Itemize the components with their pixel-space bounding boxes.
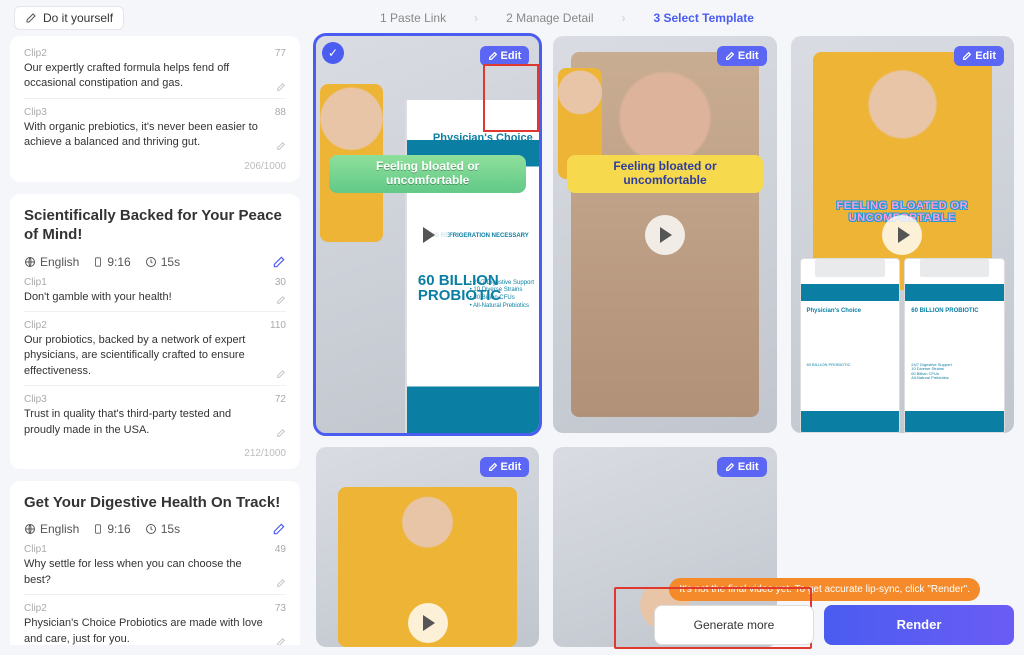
thirty-badge: 30 <box>515 402 528 416</box>
clip-text: Trust in quality that's third-party test… <box>24 407 268 438</box>
script-card: Clip2 77 Our expertly crafted formula hel… <box>10 36 300 182</box>
duration-meta: 15s <box>145 255 180 269</box>
clip-text: Why settle for less when you can choose … <box>24 557 268 588</box>
clip-text: Physician's Choice Probiotics are made w… <box>24 616 268 645</box>
edit-icon <box>488 51 498 61</box>
phone-icon <box>93 255 103 269</box>
play-icon[interactable] <box>882 215 922 255</box>
clip-row[interactable]: Clip1 49 Why settle for less when you can… <box>24 544 286 595</box>
render-button[interactable]: Render <box>824 605 1014 645</box>
clip-text: Our probiotics, backed by a network of e… <box>24 333 268 379</box>
check-icon: ✓ <box>322 42 344 64</box>
generate-more-button[interactable]: Generate more <box>654 605 814 645</box>
aspect-meta: 9:16 <box>93 522 130 536</box>
pencil-icon[interactable] <box>276 637 286 645</box>
char-counter: 212/1000 <box>24 448 286 459</box>
template-gallery: ✓ Edit Physician's Choice NO REFRIGERATI… <box>316 36 1014 645</box>
template-card-1[interactable]: ✓ Edit Physician's Choice NO REFRIGERATI… <box>316 36 539 433</box>
video-caption: Feeling bloated or uncomfortable <box>329 155 526 193</box>
pencil-icon[interactable] <box>276 295 286 305</box>
clip-row[interactable]: Clip2 77 Our expertly crafted formula hel… <box>24 48 286 99</box>
clip-count: 110 <box>270 320 286 331</box>
template-card-3[interactable]: Edit FEELING BLOATED OR UNCOMFORTABLE Ph… <box>791 36 1014 433</box>
aspect-meta: 9:16 <box>93 255 130 269</box>
pencil-icon[interactable] <box>276 369 286 379</box>
step-nav: 1 Paste Link › 2 Manage Detail › 3 Selec… <box>124 11 1010 25</box>
clip-label: Clip2 <box>24 320 47 331</box>
clip-label: Clip2 <box>24 48 47 59</box>
edit-meta-icon[interactable] <box>272 255 286 269</box>
duration-meta: 15s <box>145 522 180 536</box>
clip-label: Clip3 <box>24 394 47 405</box>
edit-template-button[interactable]: Edit <box>954 46 1004 66</box>
chevron-right-icon: › <box>474 11 478 25</box>
edit-icon <box>725 462 735 472</box>
clip-label: Clip3 <box>24 107 47 118</box>
edit-meta-icon[interactable] <box>272 522 286 536</box>
clip-count: 88 <box>275 107 286 118</box>
play-icon[interactable] <box>408 215 448 255</box>
pencil-icon[interactable] <box>276 578 286 588</box>
pencil-icon[interactable] <box>276 428 286 438</box>
clip-count: 72 <box>275 394 286 405</box>
edit-icon <box>25 12 37 24</box>
do-it-yourself-button[interactable]: Do it yourself <box>14 6 124 30</box>
clip-count: 30 <box>275 277 286 288</box>
edit-icon <box>725 51 735 61</box>
product-box: Physician's Choice NO REFRIGERATION NECE… <box>405 100 539 434</box>
clip-label: Clip2 <box>24 603 47 614</box>
diy-label: Do it yourself <box>43 11 113 25</box>
edit-icon <box>488 462 498 472</box>
clip-row[interactable]: Clip1 30 Don't gamble with your health! <box>24 277 286 312</box>
script-panel: Clip2 77 Our expertly crafted formula hel… <box>10 36 300 645</box>
clock-icon <box>145 256 157 268</box>
card-title: Scientifically Backed for Your Peace of … <box>24 206 286 245</box>
product-bottles: Physician's Choice60 BILLION PROBIOTIC 6… <box>800 258 1005 433</box>
clip-count: 77 <box>275 48 286 59</box>
phone-icon <box>93 522 103 536</box>
template-card-2[interactable]: Edit Feeling bloated or uncomfortable <box>553 36 776 433</box>
step-3[interactable]: 3 Select Template <box>653 11 754 25</box>
globe-icon <box>24 256 36 268</box>
clock-icon <box>145 523 157 535</box>
char-counter: 206/1000 <box>24 161 286 172</box>
clip-row[interactable]: Clip2 73 Physician's Choice Probiotics ar… <box>24 603 286 645</box>
render-tip-tooltip: It's not the final video yet. To get acc… <box>669 578 980 601</box>
video-caption: Feeling bloated or uncomfortable <box>567 155 764 193</box>
product-bullets: • 24/7 Digestive Support• 10 Diverse Str… <box>470 280 534 311</box>
clip-count: 73 <box>275 603 286 614</box>
step-2[interactable]: 2 Manage Detail <box>506 11 593 25</box>
clip-count: 49 <box>275 544 286 555</box>
language-meta: English <box>24 255 79 269</box>
clip-label: Clip1 <box>24 544 47 555</box>
pencil-icon[interactable] <box>276 141 286 151</box>
clip-text: Our expertly crafted formula helps fend … <box>24 61 268 92</box>
language-meta: English <box>24 522 79 536</box>
edit-template-button[interactable]: Edit <box>717 457 767 477</box>
script-card: Get Your Digestive Health On Track! Engl… <box>10 481 300 645</box>
chevron-right-icon: › <box>621 11 625 25</box>
clip-row[interactable]: Clip3 88 With organic prebiotics, it's ne… <box>24 107 286 157</box>
pencil-icon[interactable] <box>276 82 286 92</box>
clip-row[interactable]: Clip2 110 Our probiotics, backed by a net… <box>24 320 286 386</box>
script-card: Scientifically Backed for Your Peace of … <box>10 194 300 469</box>
edit-template-button[interactable]: Edit <box>480 46 530 66</box>
step-1[interactable]: 1 Paste Link <box>380 11 446 25</box>
play-icon[interactable] <box>645 215 685 255</box>
edit-icon <box>962 51 972 61</box>
clip-text: Don't gamble with your health! <box>24 290 268 305</box>
clip-text: With organic prebiotics, it's never been… <box>24 120 268 151</box>
edit-template-button[interactable]: Edit <box>480 457 530 477</box>
capsule-count: 30 CAPSULES <box>423 409 471 416</box>
brand-logo: Physician's Choice <box>433 133 533 144</box>
clip-row[interactable]: Clip3 72 Trust in quality that's third-pa… <box>24 394 286 444</box>
card-title: Get Your Digestive Health On Track! <box>24 493 286 513</box>
globe-icon <box>24 523 36 535</box>
edit-template-button[interactable]: Edit <box>717 46 767 66</box>
clip-label: Clip1 <box>24 277 47 288</box>
